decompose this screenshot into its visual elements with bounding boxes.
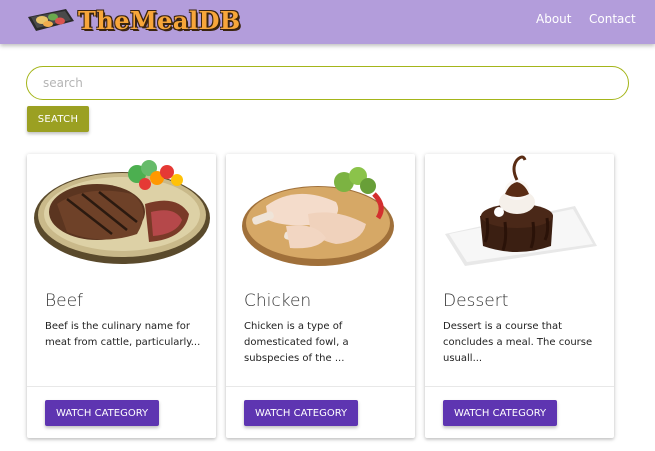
- search-input[interactable]: [26, 66, 629, 100]
- card-description-line: Chicken is a type of: [244, 321, 343, 332]
- card-description: Beef is the culinary name for meat from …: [45, 319, 205, 351]
- nav-about-link[interactable]: About: [536, 12, 571, 26]
- category-card-dessert: Dessert Dessert is a course that conclud…: [425, 154, 614, 438]
- watch-category-button-beef[interactable]: WATCH CATEGORY: [45, 400, 160, 426]
- card-divider: [425, 386, 614, 387]
- beef-steak-image: [34, 160, 210, 264]
- chocolate-dessert-image: [445, 155, 597, 266]
- card-description-line: concludes a meal. The course: [443, 337, 593, 348]
- card-divider: [27, 386, 216, 387]
- category-card-beef: Beef Beef is the culinary name for meat …: [27, 154, 216, 438]
- card-description-line: Beef is the culinary name for: [45, 321, 190, 332]
- navbar: TheMealDB About Contact: [0, 0, 655, 44]
- chicken-legs-image: [242, 167, 394, 266]
- nav-contact-link[interactable]: Contact: [589, 12, 636, 26]
- site-logo[interactable]: TheMealDB: [26, 5, 246, 37]
- watch-category-button-dessert[interactable]: WATCH CATEGORY: [443, 400, 558, 426]
- meal-tray-icon: [28, 9, 74, 31]
- card-description: Dessert is a course that concludes a mea…: [443, 319, 603, 367]
- card-title: Chicken: [244, 291, 312, 311]
- card-description: Chicken is a type of domesticated fowl, …: [244, 319, 404, 367]
- category-card-chicken: Chicken Chicken is a type of domesticate…: [226, 154, 415, 438]
- card-description-line: meat from cattle, particularly...: [45, 337, 201, 348]
- search-button[interactable]: SEATCH: [27, 106, 89, 132]
- card-description-line: usuall...: [443, 353, 483, 364]
- card-title: Beef: [45, 291, 84, 311]
- card-description-line: domesticated fowl, a: [244, 337, 349, 348]
- card-description-line: subspecies of the ...: [244, 353, 345, 364]
- card-description-line: Dessert is a course that: [443, 321, 563, 332]
- watch-category-button-chicken[interactable]: WATCH CATEGORY: [244, 400, 359, 426]
- logo-text: TheMealDB: [78, 6, 241, 35]
- card-title: Dessert: [443, 291, 509, 311]
- card-divider: [226, 386, 415, 387]
